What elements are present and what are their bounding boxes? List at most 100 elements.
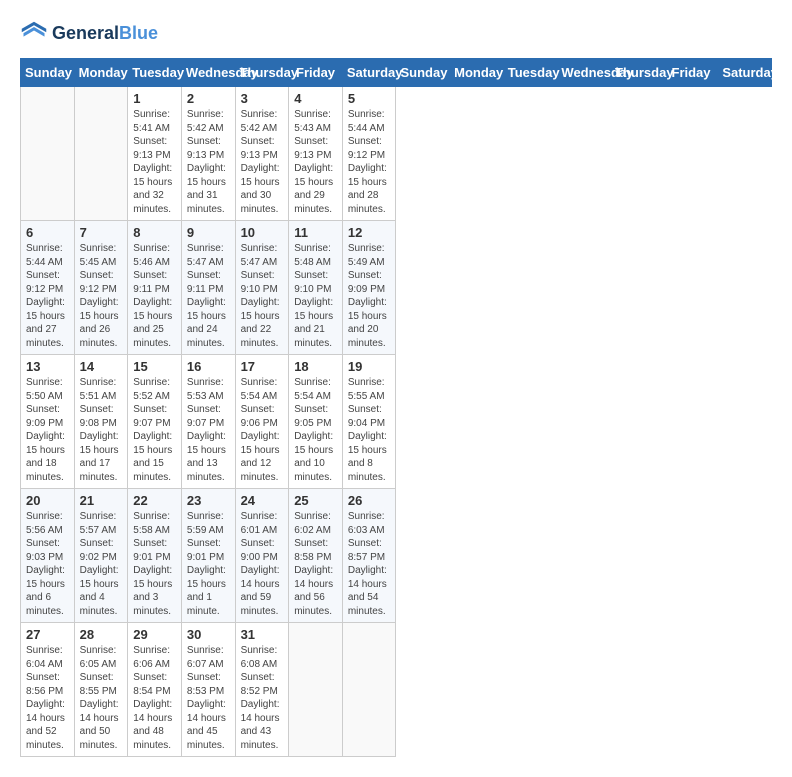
day-of-week-header: Tuesday	[128, 59, 182, 87]
day-info: Sunrise: 5:42 AMSunset: 9:13 PMDaylight:…	[241, 108, 284, 216]
calendar-cell: 7Sunrise: 5:45 AMSunset: 9:12 PMDaylight…	[74, 221, 128, 355]
calendar-cell: 25Sunrise: 6:02 AMSunset: 8:58 PMDayligh…	[289, 489, 343, 623]
calendar-cell: 9Sunrise: 5:47 AMSunset: 9:11 PMDaylight…	[181, 221, 235, 355]
day-number: 3	[241, 91, 284, 106]
day-number: 20	[26, 493, 69, 508]
day-number: 21	[80, 493, 123, 508]
calendar-cell: 21Sunrise: 5:57 AMSunset: 9:02 PMDayligh…	[74, 489, 128, 623]
calendar-cell: 10 Sunrise: 5:47 AMSunset: 9:10 PMDayligh…	[235, 221, 289, 355]
day-number: 8	[133, 225, 176, 240]
weekday-header: Wednesday	[557, 59, 611, 87]
calendar-cell: 6Sunrise: 5:44 AMSunset: 9:12 PMDaylight…	[21, 221, 75, 355]
weekday-header: Sunday	[396, 59, 450, 87]
day-number: 10	[241, 225, 284, 240]
calendar-cell: 8 Sunrise: 5:46 AMSunset: 9:11 PMDaylight…	[128, 221, 182, 355]
day-number: 22	[133, 493, 176, 508]
day-number: 7	[80, 225, 123, 240]
calendar-cell	[74, 87, 128, 221]
day-number: 31	[241, 627, 284, 642]
day-number: 24	[241, 493, 284, 508]
day-number: 30	[187, 627, 230, 642]
day-info: Sunrise: 5:55 AMSunset: 9:04 PMDaylight:…	[348, 376, 391, 484]
calendar-cell: 15 Sunrise: 5:52 AMSunset: 9:07 PMDayligh…	[128, 355, 182, 489]
calendar-cell: 14 Sunrise: 5:51 AMSunset: 9:08 PMDayligh…	[74, 355, 128, 489]
logo-text: GeneralBlue	[52, 24, 158, 44]
calendar-cell: 27 Sunrise: 6:04 AMSunset: 8:56 PMDayligh…	[21, 623, 75, 757]
calendar-cell: 4 Sunrise: 5:43 AMSunset: 9:13 PMDaylight…	[289, 87, 343, 221]
day-info: Sunrise: 5:46 AMSunset: 9:11 PMDaylight:…	[133, 242, 176, 350]
day-number: 14	[80, 359, 123, 374]
day-number: 13	[26, 359, 69, 374]
calendar-cell	[289, 623, 343, 757]
day-number: 19	[348, 359, 391, 374]
calendar-cell: 17Sunrise: 5:54 AMSunset: 9:06 PMDayligh…	[235, 355, 289, 489]
calendar-header-row: SundayMondayTuesdayWednesdayThursdayFrid…	[21, 59, 772, 87]
page-header: GeneralBlue	[20, 20, 772, 48]
day-number: 9	[187, 225, 230, 240]
day-info: Sunrise: 5:50 AMSunset: 9:09 PMDaylight:…	[26, 376, 69, 484]
day-info: Sunrise: 5:52 AMSunset: 9:07 PMDaylight:…	[133, 376, 176, 484]
calendar-cell: 12Sunrise: 5:49 AMSunset: 9:09 PMDayligh…	[342, 221, 396, 355]
day-number: 4	[294, 91, 337, 106]
calendar-cell: 18 Sunrise: 5:54 AMSunset: 9:05 PMDayligh…	[289, 355, 343, 489]
day-number: 28	[80, 627, 123, 642]
day-of-week-header: Monday	[74, 59, 128, 87]
day-info: Sunrise: 6:08 AMSunset: 8:52 PMDaylight:…	[241, 644, 284, 752]
day-info: Sunrise: 5:59 AMSunset: 9:01 PMDaylight:…	[187, 510, 230, 618]
day-info: Sunrise: 5:58 AMSunset: 9:01 PMDaylight:…	[133, 510, 176, 618]
calendar-cell: 30 Sunrise: 6:07 AMSunset: 8:53 PMDayligh…	[181, 623, 235, 757]
day-number: 15	[133, 359, 176, 374]
calendar-cell: 26 Sunrise: 6:03 AMSunset: 8:57 PMDayligh…	[342, 489, 396, 623]
weekday-header: Thursday	[611, 59, 665, 87]
day-info: Sunrise: 5:42 AMSunset: 9:13 PMDaylight:…	[187, 108, 230, 216]
day-number: 16	[187, 359, 230, 374]
day-info: Sunrise: 6:04 AMSunset: 8:56 PMDaylight:…	[26, 644, 69, 752]
day-number: 11	[294, 225, 337, 240]
weekday-header: Monday	[450, 59, 504, 87]
day-number: 1	[133, 91, 176, 106]
day-info: Sunrise: 5:43 AMSunset: 9:13 PMDaylight:…	[294, 108, 337, 216]
calendar-cell: 29Sunrise: 6:06 AMSunset: 8:54 PMDayligh…	[128, 623, 182, 757]
day-info: Sunrise: 6:02 AMSunset: 8:58 PMDaylight:…	[294, 510, 337, 618]
day-info: Sunrise: 5:56 AMSunset: 9:03 PMDaylight:…	[26, 510, 69, 618]
weekday-header: Friday	[664, 59, 718, 87]
day-of-week-header: Sunday	[21, 59, 75, 87]
calendar-week-row: 6Sunrise: 5:44 AMSunset: 9:12 PMDaylight…	[21, 221, 772, 355]
day-info: Sunrise: 5:53 AMSunset: 9:07 PMDaylight:…	[187, 376, 230, 484]
calendar-cell	[21, 87, 75, 221]
day-number: 17	[241, 359, 284, 374]
calendar-cell: 31 Sunrise: 6:08 AMSunset: 8:52 PMDayligh…	[235, 623, 289, 757]
day-info: Sunrise: 5:44 AMSunset: 9:12 PMDaylight:…	[348, 108, 391, 216]
day-number: 26	[348, 493, 391, 508]
calendar-cell: 19 Sunrise: 5:55 AMSunset: 9:04 PMDayligh…	[342, 355, 396, 489]
day-number: 23	[187, 493, 230, 508]
calendar-table: SundayMondayTuesdayWednesdayThursdayFrid…	[20, 58, 772, 757]
day-number: 27	[26, 627, 69, 642]
calendar-cell: 5 Sunrise: 5:44 AMSunset: 9:12 PMDaylight…	[342, 87, 396, 221]
logo-icon	[20, 20, 48, 48]
calendar-cell	[342, 623, 396, 757]
day-info: Sunrise: 5:54 AMSunset: 9:05 PMDaylight:…	[294, 376, 337, 484]
calendar-cell: 2 Sunrise: 5:42 AMSunset: 9:13 PMDaylight…	[181, 87, 235, 221]
day-info: Sunrise: 6:06 AMSunset: 8:54 PMDaylight:…	[133, 644, 176, 752]
day-number: 2	[187, 91, 230, 106]
day-info: Sunrise: 6:01 AMSunset: 9:00 PMDaylight:…	[241, 510, 284, 618]
calendar-week-row: 20 Sunrise: 5:56 AMSunset: 9:03 PMDayligh…	[21, 489, 772, 623]
calendar-week-row: 13 Sunrise: 5:50 AMSunset: 9:09 PMDayligh…	[21, 355, 772, 489]
weekday-header: Saturday	[718, 59, 772, 87]
day-info: Sunrise: 6:07 AMSunset: 8:53 PMDaylight:…	[187, 644, 230, 752]
day-number: 5	[348, 91, 391, 106]
calendar-cell: 28Sunrise: 6:05 AMSunset: 8:55 PMDayligh…	[74, 623, 128, 757]
day-info: Sunrise: 5:47 AMSunset: 9:10 PMDaylight:…	[241, 242, 284, 350]
calendar-cell: 24 Sunrise: 6:01 AMSunset: 9:00 PMDayligh…	[235, 489, 289, 623]
day-of-week-header: Friday	[289, 59, 343, 87]
calendar-cell: 3 Sunrise: 5:42 AMSunset: 9:13 PMDaylight…	[235, 87, 289, 221]
day-info: Sunrise: 6:03 AMSunset: 8:57 PMDaylight:…	[348, 510, 391, 618]
day-number: 6	[26, 225, 69, 240]
day-number: 18	[294, 359, 337, 374]
day-info: Sunrise: 5:51 AMSunset: 9:08 PMDaylight:…	[80, 376, 123, 484]
calendar-cell: 11Sunrise: 5:48 AMSunset: 9:10 PMDayligh…	[289, 221, 343, 355]
day-info: Sunrise: 5:49 AMSunset: 9:09 PMDaylight:…	[348, 242, 391, 350]
calendar-cell: 16 Sunrise: 5:53 AMSunset: 9:07 PMDayligh…	[181, 355, 235, 489]
day-info: Sunrise: 5:41 AMSunset: 9:13 PMDaylight:…	[133, 108, 176, 216]
